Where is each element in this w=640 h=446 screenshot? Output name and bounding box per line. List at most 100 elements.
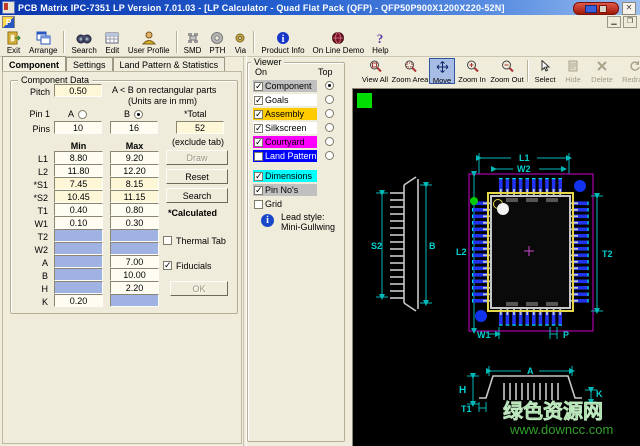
binoculars-icon <box>76 31 92 45</box>
edit-button[interactable]: Edit <box>101 28 124 56</box>
zoom-out-button[interactable]: Zoom Out <box>489 58 525 84</box>
k-min-input[interactable] <box>54 294 103 307</box>
arrange-button[interactable]: Arrange <box>25 28 61 56</box>
zoom-in-button[interactable]: Zoom In <box>456 58 488 84</box>
redraw-button: Redraw <box>618 58 640 84</box>
h-max-input[interactable] <box>110 281 159 294</box>
s2-max-input[interactable] <box>110 190 159 203</box>
silkscreen-top-radio[interactable] <box>325 123 334 132</box>
l1-min-input[interactable] <box>54 151 103 164</box>
w1-min-input[interactable] <box>54 216 103 229</box>
window-title: PCB Matrix IPC-7351 LP Version 7.01.03 -… <box>18 3 505 13</box>
thermal-tab-checkbox[interactable] <box>163 236 172 245</box>
help-button[interactable]: ? Help <box>368 28 392 56</box>
b-max-input[interactable] <box>110 268 159 281</box>
lead-style-value: Mini-Gullwing <box>281 222 335 232</box>
layer-land-pattern[interactable]: Land Pattern <box>253 150 317 162</box>
l1-max-input[interactable] <box>110 151 159 164</box>
toolbar-separator <box>527 60 529 82</box>
magnifier-area-icon <box>404 60 417 74</box>
units-note: (Units are in mm) <box>128 96 197 106</box>
t1-max-input[interactable] <box>110 203 159 216</box>
via-button[interactable]: Via <box>229 28 251 56</box>
product-info-button[interactable]: i Product Info <box>257 28 308 56</box>
layer-component[interactable]: Component <box>253 80 317 92</box>
search-button[interactable]: Search <box>67 28 100 56</box>
s2-min-input[interactable] <box>54 190 103 203</box>
row-label-w2: W2 <box>14 245 48 255</box>
layer-grid[interactable]: Grid <box>253 198 317 210</box>
dimensions-checkbox[interactable] <box>254 172 263 181</box>
component-checkbox[interactable] <box>254 82 263 91</box>
select-button[interactable]: Select <box>531 58 559 84</box>
land-pattern-top-radio[interactable] <box>325 151 334 160</box>
k-max-input <box>110 294 159 307</box>
layer-silkscreen[interactable]: Silkscreen <box>253 122 317 134</box>
delete-x-icon <box>596 60 608 74</box>
grid-checkbox[interactable] <box>254 200 263 209</box>
w2-min-input <box>54 242 103 255</box>
move-button[interactable]: Move <box>429 58 455 84</box>
pins-a-input[interactable] <box>54 121 102 134</box>
pth-button[interactable]: PTH <box>205 28 229 56</box>
pins-total-input[interactable] <box>176 121 224 134</box>
h-min-input <box>54 281 103 294</box>
side-view-profile <box>390 177 418 311</box>
s1-max-input[interactable] <box>110 177 159 190</box>
hide-button: Hide <box>560 58 586 84</box>
l2-min-input[interactable] <box>54 164 103 177</box>
view-all-button[interactable]: View All <box>358 58 392 84</box>
assembly-top-radio[interactable] <box>325 109 334 118</box>
layer-assembly[interactable]: Assembly <box>253 108 317 120</box>
mdi-restore-button[interactable]: ❐ <box>623 16 637 28</box>
row-label-s1: *S1 <box>14 180 48 190</box>
goals-top-radio[interactable] <box>325 95 334 104</box>
assembly-checkbox[interactable] <box>254 110 263 119</box>
layer-pin-numbers[interactable]: Pin No's <box>253 184 317 196</box>
pins-b-input[interactable] <box>110 121 158 134</box>
zoom-area-button[interactable]: Zoom Area <box>392 58 428 84</box>
watermark-cn: 绿色资源网 <box>503 399 603 423</box>
viewer-title: Viewer <box>251 57 284 67</box>
online-demo-button[interactable]: On Line Demo <box>309 28 369 56</box>
pin1-b-radio[interactable] <box>134 110 143 119</box>
window-skin-controls[interactable] <box>573 2 619 15</box>
l2-max-input[interactable] <box>110 164 159 177</box>
cascade-windows-icon <box>36 31 51 45</box>
pin-numbers-checkbox[interactable] <box>254 186 263 195</box>
t1-min-input[interactable] <box>54 203 103 216</box>
smd-button[interactable]: SMD <box>180 28 206 56</box>
component-top-radio[interactable] <box>325 81 334 90</box>
app-window: PCB Matrix IPC-7351 LP Version 7.01.03 -… <box>0 0 640 446</box>
w2-max-input <box>110 242 159 255</box>
svg-text:i: i <box>282 34 285 45</box>
maximize-icon[interactable] <box>599 5 607 13</box>
goals-checkbox[interactable] <box>254 96 263 105</box>
layer-dimensions[interactable]: Dimensions <box>253 170 317 182</box>
search-dims-button[interactable]: Search <box>166 188 228 203</box>
fiducials-checkbox[interactable] <box>163 261 172 270</box>
pitch-input[interactable] <box>54 84 102 97</box>
row-label-h: H <box>14 284 48 294</box>
minimize-icon[interactable] <box>585 5 597 13</box>
toolbar-separator <box>253 31 255 53</box>
layer-courtyard[interactable]: Courtyard <box>253 136 317 148</box>
close-button[interactable]: ✕ <box>622 2 636 15</box>
land-pattern-checkbox[interactable] <box>254 152 263 161</box>
pitch-label: Pitch <box>14 87 50 97</box>
mdi-minimize-button[interactable]: ▁ <box>607 16 621 28</box>
layer-goals[interactable]: Goals <box>253 94 317 106</box>
courtyard-top-radio[interactable] <box>325 137 334 146</box>
reset-button[interactable]: Reset <box>166 169 228 184</box>
user-profile-button[interactable]: User Profile <box>124 28 174 56</box>
row-label-t2: T2 <box>14 232 48 242</box>
a-max-input[interactable] <box>110 255 159 268</box>
exit-button[interactable]: Exit <box>2 28 25 56</box>
s1-min-input[interactable] <box>54 177 103 190</box>
pth-footprint-icon <box>210 31 224 45</box>
w1-max-input[interactable] <box>110 216 159 229</box>
viewer-canvas[interactable]: S2 B L1 W2 L2 T2 <box>352 88 640 446</box>
pin1-a-radio[interactable] <box>78 110 87 119</box>
silkscreen-checkbox[interactable] <box>254 124 263 133</box>
courtyard-checkbox[interactable] <box>254 138 263 147</box>
